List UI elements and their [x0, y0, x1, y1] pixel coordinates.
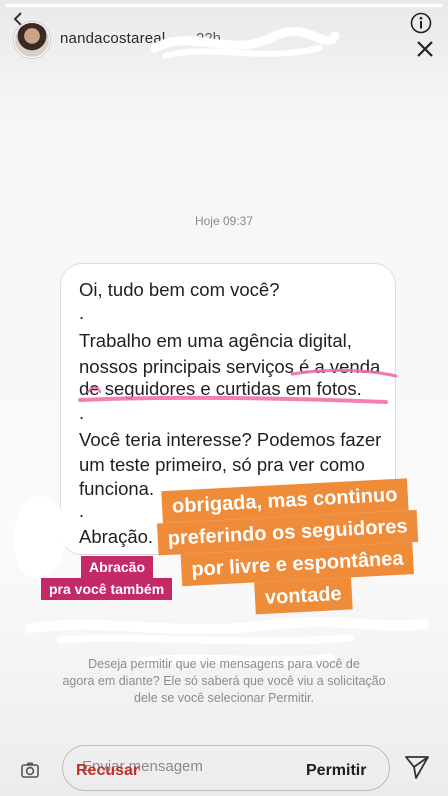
camera-icon[interactable] — [14, 754, 46, 786]
prompt-line: Deseja permitir que vie mensagens para v… — [88, 657, 360, 671]
reply-bar: Enviar mensagem Recusar Permitir — [0, 740, 448, 796]
prompt-line: agora em diante? Ele só saberá que você … — [62, 674, 386, 688]
allow-button[interactable]: Permitir — [306, 762, 366, 780]
send-icon[interactable] — [404, 754, 430, 780]
prompt-line: dele se você selecionar Permitir. — [134, 691, 314, 705]
camera-glyph — [21, 762, 39, 778]
refuse-button[interactable]: Recusar — [76, 762, 139, 780]
message-request-prompt: Deseja permitir que vie mensagens para v… — [20, 656, 428, 707]
story-view: nandacostareal 22h Hoje 09:37 Oi, tudo b… — [0, 0, 448, 796]
